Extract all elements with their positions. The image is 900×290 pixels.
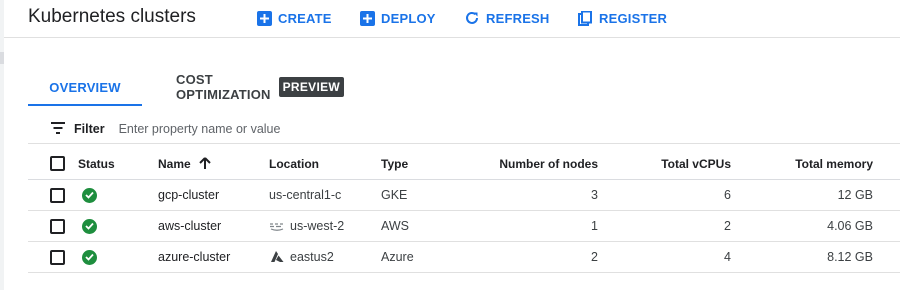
- row-checkbox[interactable]: [50, 249, 65, 265]
- deploy-button[interactable]: DEPLOY: [359, 8, 436, 28]
- select-all-checkbox[interactable]: [50, 156, 65, 171]
- filter-icon: [50, 121, 68, 136]
- clusters-table: Status Name Location Type Number of node…: [28, 148, 900, 273]
- column-header-memory[interactable]: Total memory: [738, 148, 873, 179]
- cluster-location-text: eastus2: [290, 250, 334, 264]
- select-all-cell: [50, 148, 70, 179]
- cluster-name[interactable]: aws-cluster: [158, 211, 221, 241]
- table-row: azure-cluster eastus2 Azure 2 4 8.12 GB: [28, 242, 900, 273]
- cluster-name[interactable]: azure-cluster: [158, 242, 230, 272]
- column-header-status[interactable]: Status: [78, 148, 115, 179]
- filter-label: Filter: [74, 121, 105, 136]
- row-select-cell: [50, 242, 70, 272]
- tab-overview-label: OVERVIEW: [49, 79, 121, 95]
- status-ok-icon: [82, 187, 97, 203]
- cluster-vcpus: 2: [724, 219, 731, 233]
- cluster-location: us-west-2: [269, 211, 344, 241]
- add-box-icon: [359, 10, 375, 26]
- cluster-type: AWS: [381, 219, 410, 233]
- active-tab-indicator: [28, 104, 142, 106]
- page-header: Kubernetes clusters CREATE DEPLOY REFRES…: [4, 0, 900, 38]
- cluster-nodes: 2: [591, 250, 598, 264]
- cluster-memory: 8.12 GB: [827, 250, 873, 264]
- create-button-label: CREATE: [278, 10, 332, 26]
- create-button[interactable]: CREATE: [256, 8, 332, 28]
- table-row: aws-cluster us-west-2 AWS 1 2 4.06 GB: [28, 211, 900, 242]
- column-header-type[interactable]: Type: [381, 148, 408, 179]
- cluster-memory: 12 GB: [837, 188, 873, 202]
- left-rail: [0, 0, 4, 290]
- tab-cost-optimization[interactable]: COST OPTIMIZATION PREVIEW: [176, 68, 345, 106]
- column-header-location[interactable]: Location: [269, 148, 319, 179]
- page-title: Kubernetes clusters: [28, 6, 196, 27]
- refresh-button-label: REFRESH: [486, 10, 550, 26]
- refresh-icon: [464, 10, 480, 26]
- column-header-name-label: Name: [158, 156, 191, 171]
- status-ok-icon: [82, 218, 97, 234]
- refresh-button[interactable]: REFRESH: [464, 8, 550, 28]
- cluster-nodes: 1: [591, 219, 598, 233]
- cluster-location-text: us-west-2: [290, 219, 345, 233]
- cluster-location: us-central1-c: [269, 180, 341, 210]
- sort-ascending-icon: [198, 157, 211, 170]
- cluster-type: Azure: [381, 250, 414, 264]
- filter-bar: Filter: [28, 114, 900, 144]
- status-cell: [78, 211, 97, 241]
- row-checkbox[interactable]: [50, 218, 65, 234]
- register-icon: [577, 10, 593, 26]
- preview-badge: PREVIEW: [278, 77, 345, 97]
- register-button[interactable]: REGISTER: [577, 8, 667, 28]
- deploy-button-label: DEPLOY: [381, 10, 436, 26]
- cluster-nodes: 3: [591, 188, 598, 202]
- row-select-cell: [50, 211, 70, 241]
- cluster-location-text: us-central1-c: [269, 188, 342, 202]
- rail-marker: [0, 52, 4, 64]
- cluster-vcpus: 4: [724, 250, 731, 264]
- status-cell: [78, 180, 97, 210]
- row-checkbox[interactable]: [50, 187, 65, 203]
- column-header-nodes[interactable]: Number of nodes: [448, 148, 598, 179]
- status-ok-icon: [82, 249, 97, 265]
- filter-input[interactable]: [118, 121, 519, 136]
- tab-cost-optimization-label: COST OPTIMIZATION: [176, 72, 271, 102]
- aws-icon: [269, 220, 285, 232]
- register-button-label: REGISTER: [599, 10, 668, 26]
- cluster-type: GKE: [381, 188, 408, 202]
- cluster-location: eastus2: [269, 242, 334, 272]
- table-header-row: Status Name Location Type Number of node…: [28, 148, 900, 180]
- azure-icon: [269, 251, 285, 263]
- column-header-vcpus[interactable]: Total vCPUs: [608, 148, 731, 179]
- status-cell: [78, 242, 97, 272]
- tab-overview[interactable]: OVERVIEW: [28, 68, 142, 106]
- row-select-cell: [50, 180, 70, 210]
- add-box-icon: [256, 10, 272, 26]
- table-row: gcp-cluster us-central1-c GKE 3 6 12 GB: [28, 180, 900, 211]
- cluster-name[interactable]: gcp-cluster: [158, 180, 219, 210]
- cluster-vcpus: 6: [724, 188, 731, 202]
- column-header-name[interactable]: Name: [158, 148, 211, 179]
- cluster-memory: 4.06 GB: [827, 219, 873, 233]
